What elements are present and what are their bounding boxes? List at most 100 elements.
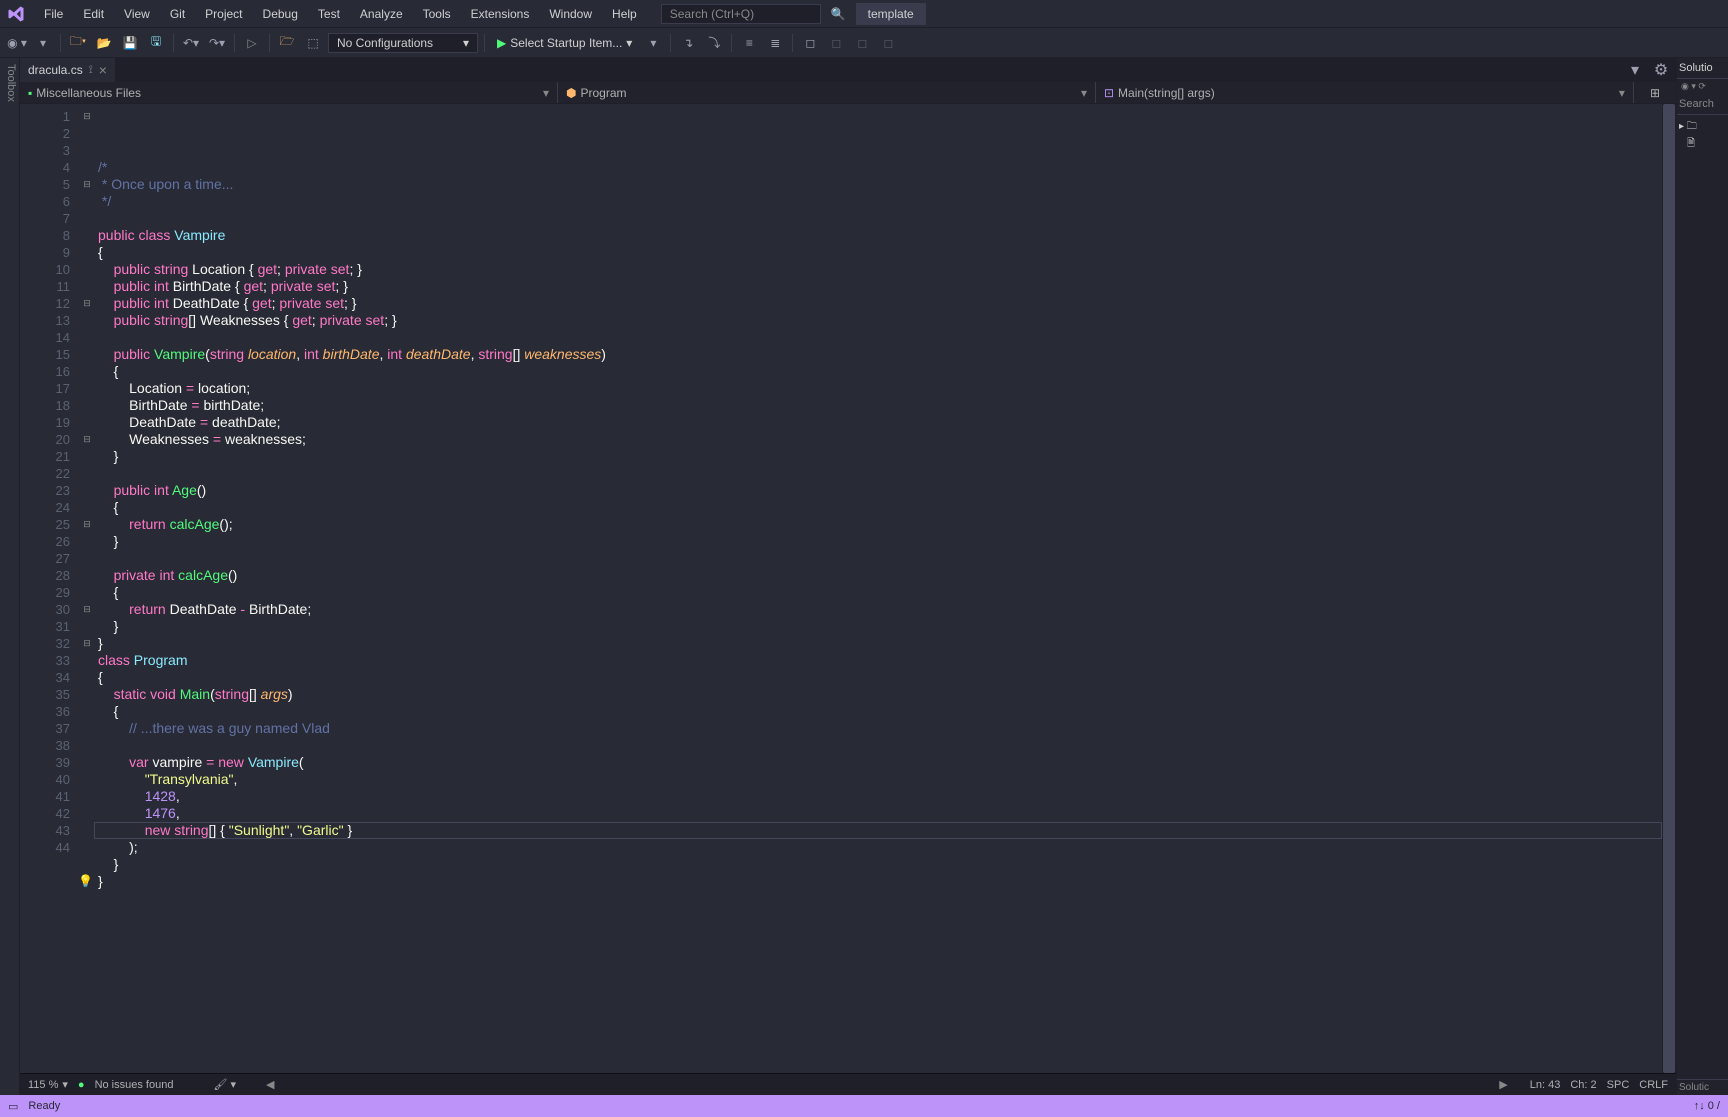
bookmark-clear-icon[interactable]: ◻ (877, 32, 899, 54)
fold-toggle[interactable] (80, 346, 94, 363)
fold-toggle[interactable] (80, 839, 94, 856)
zoom-control[interactable]: 115 % ▾ (28, 1078, 68, 1091)
explorer-footer-tab[interactable]: Solutic (1677, 1079, 1728, 1095)
issues-label[interactable]: No issues found (95, 1079, 174, 1091)
menu-project[interactable]: Project (195, 3, 252, 25)
step-into-icon[interactable]: ↴ (677, 32, 699, 54)
menu-test[interactable]: Test (308, 3, 350, 25)
fold-toggle[interactable]: ⊟ (80, 431, 94, 448)
code-line-43[interactable]: 💡} (98, 873, 1676, 890)
tabs-settings-icon[interactable]: ⚙ (1650, 59, 1672, 81)
fold-toggle[interactable] (80, 142, 94, 159)
menu-tools[interactable]: Tools (413, 3, 461, 25)
code-line-34[interactable]: // ...there was a guy named Vlad (98, 720, 1676, 737)
tab-dracula-cs[interactable]: dracula.cs ⟟ × (20, 58, 116, 82)
code-line-40[interactable]: new string[] { "Sunlight", "Garlic" } (98, 822, 1676, 839)
code-line-10[interactable]: public string[] Weaknesses { get; privat… (98, 312, 1676, 329)
code-line-8[interactable]: public int BirthDate { get; private set;… (98, 278, 1676, 295)
code-line-27[interactable]: return DeathDate - BirthDate; (98, 601, 1676, 618)
back-forward-icon[interactable]: ◉ ▾ (6, 32, 28, 54)
fold-toggle[interactable] (80, 448, 94, 465)
fold-toggle[interactable] (80, 771, 94, 788)
fold-toggle[interactable] (80, 329, 94, 346)
fold-toggle[interactable] (80, 754, 94, 771)
fold-toggle[interactable] (80, 193, 94, 210)
code-line-39[interactable]: 1476, (98, 805, 1676, 822)
code-line-24[interactable] (98, 550, 1676, 567)
position-indicator[interactable]: ↑↓ 0 / (1694, 1100, 1720, 1112)
redo-icon[interactable]: ↷▾ (206, 32, 228, 54)
fold-toggle[interactable] (80, 159, 94, 176)
solution-explorer[interactable]: Solutio ◉ ▾ ⟳ Search ▸ 🗀 🗎 Solutic (1676, 58, 1728, 1095)
code-line-9[interactable]: public int DeathDate { get; private set;… (98, 295, 1676, 312)
bookmark-icon[interactable]: ◻ (799, 32, 821, 54)
menu-file[interactable]: File (34, 3, 73, 25)
configuration-dropdown[interactable]: No Configurations▾ (328, 33, 478, 53)
explorer-toolbar[interactable]: ◉ ▾ ⟳ (1677, 79, 1728, 94)
scroll-left-icon[interactable]: ◀ (266, 1078, 274, 1091)
undo-icon[interactable]: ↶▾ (180, 32, 202, 54)
menu-view[interactable]: View (114, 3, 160, 25)
startup-item-button[interactable]: ▶ Select Startup Item... ▾ (491, 34, 638, 52)
code-line-41[interactable]: ); (98, 839, 1676, 856)
crumb-split[interactable]: ⊞ (1634, 82, 1676, 103)
fold-toggle[interactable] (80, 788, 94, 805)
solution-explorer-search[interactable]: Search (1677, 94, 1728, 115)
template-button[interactable]: template (856, 3, 926, 25)
crumb-class[interactable]: ⬢ Program ▾ (558, 82, 1096, 103)
code-line-13[interactable]: { (98, 363, 1676, 380)
fold-toggle[interactable] (80, 822, 94, 839)
line-indicator[interactable]: Ln: 43 (1530, 1079, 1561, 1091)
code-editor[interactable]: 1234567891011121314151617181920212223242… (20, 104, 1676, 1073)
window-icon[interactable]: ⬚ (302, 32, 324, 54)
code-line-19[interactable] (98, 465, 1676, 482)
search-icon[interactable]: 🔍 (831, 7, 846, 21)
lightbulb-icon[interactable]: 💡 (78, 873, 93, 890)
code-line-26[interactable]: { (98, 584, 1676, 601)
code-line-7[interactable]: public string Location { get; private se… (98, 261, 1676, 278)
save-icon[interactable]: 💾 (119, 32, 141, 54)
menu-help[interactable]: Help (602, 3, 647, 25)
fold-toggle[interactable] (80, 227, 94, 244)
code-line-2[interactable]: * Once upon a time... (98, 176, 1676, 193)
code-line-30[interactable]: class Program (98, 652, 1676, 669)
fold-toggle[interactable] (80, 261, 94, 278)
fold-toggle[interactable] (80, 278, 94, 295)
code-line-1[interactable]: /* (98, 159, 1676, 176)
indent-indicator[interactable]: SPC (1607, 1079, 1630, 1091)
code-line-6[interactable]: { (98, 244, 1676, 261)
toolbox-tab[interactable]: Toolbox (0, 58, 20, 1095)
explorer-tree[interactable]: ▸ 🗀 🗎 (1677, 115, 1728, 1079)
menu-analyze[interactable]: Analyze (350, 3, 413, 25)
fold-toggle[interactable] (80, 210, 94, 227)
fold-toggle[interactable] (80, 125, 94, 142)
fold-toggle[interactable] (80, 244, 94, 261)
open-icon[interactable]: 📂 (93, 32, 115, 54)
fold-toggle[interactable] (80, 363, 94, 380)
code-line-25[interactable]: private int calcAge() (98, 567, 1676, 584)
code-line-37[interactable]: "Transylvania", (98, 771, 1676, 788)
save-all-icon[interactable]: 🖫 (145, 32, 167, 54)
tree-item-icon[interactable]: 🗎 (1679, 136, 1726, 153)
code-line-33[interactable]: { (98, 703, 1676, 720)
scroll-right-icon[interactable]: ▶ (1499, 1078, 1507, 1091)
tabs-dropdown-icon[interactable]: ▾ (1624, 59, 1646, 81)
code-line-22[interactable]: return calcAge(); (98, 516, 1676, 533)
dropdown-icon[interactable]: ▾ (32, 32, 54, 54)
fold-toggle[interactable] (80, 550, 94, 567)
outdent-icon[interactable]: ≡ (738, 32, 760, 54)
code-line-38[interactable]: 1428, (98, 788, 1676, 805)
fold-toggle[interactable] (80, 805, 94, 822)
fold-toggle[interactable] (80, 567, 94, 584)
fold-toggle[interactable] (80, 703, 94, 720)
fold-toggle[interactable] (80, 618, 94, 635)
code-line-44[interactable] (98, 890, 1676, 907)
new-item-icon[interactable]: 🗀▾ (67, 32, 89, 54)
dropdown-small-icon[interactable]: ▾ (642, 32, 664, 54)
code-line-15[interactable]: BirthDate = birthDate; (98, 397, 1676, 414)
fold-toggle[interactable] (80, 652, 94, 669)
fold-toggle[interactable] (80, 414, 94, 431)
fold-toggle[interactable]: ⊟ (80, 516, 94, 533)
line-ending-indicator[interactable]: CRLF (1639, 1079, 1668, 1091)
code-line-16[interactable]: DeathDate = deathDate; (98, 414, 1676, 431)
